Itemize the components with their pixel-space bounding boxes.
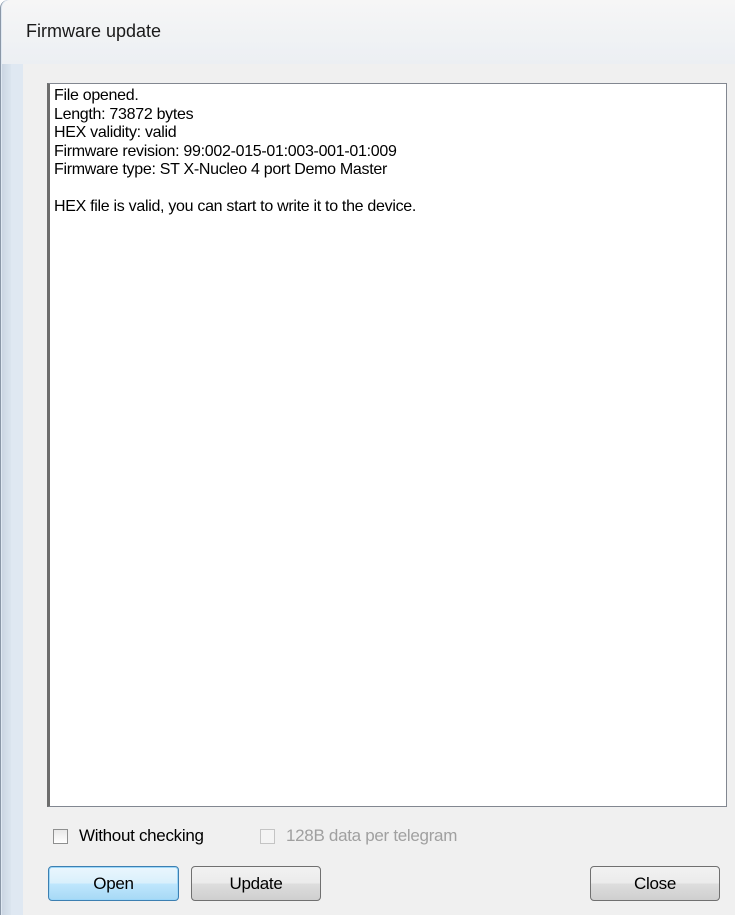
window-frame-edge [2,64,11,915]
log-line: Firmware revision: 99:002-015-01:003-001… [54,142,397,160]
log-line: HEX file is valid, you can start to writ… [54,198,417,215]
data-per-telegram-label: 128B data per telegram [286,826,458,845]
window-title: Firmware update [26,21,162,41]
log-textbox[interactable]: File opened. Length: 73872 bytes HEX val… [47,83,727,807]
without-checking-checkbox[interactable] [53,828,68,844]
log-line: Firmware type: ST X-Nucleo 4 port Demo M… [54,161,387,178]
data-per-telegram-option: 128B data per telegram [260,825,457,847]
data-per-telegram-checkbox [260,828,275,844]
without-checking-label: Without checking [79,826,204,845]
log-line: HEX validity: valid [54,124,177,141]
close-button[interactable]: Close [590,866,720,901]
update-button[interactable]: Update [191,866,321,901]
log-line: Length: 73872 bytes [54,105,194,123]
without-checking-option[interactable]: Without checking [53,825,204,847]
title-bar[interactable]: Firmware update [2,0,735,64]
log-line: File opened. [54,87,139,104]
open-button[interactable]: Open [48,866,179,901]
firmware-update-window: Firmware update File opened. Length: 738… [0,0,735,915]
